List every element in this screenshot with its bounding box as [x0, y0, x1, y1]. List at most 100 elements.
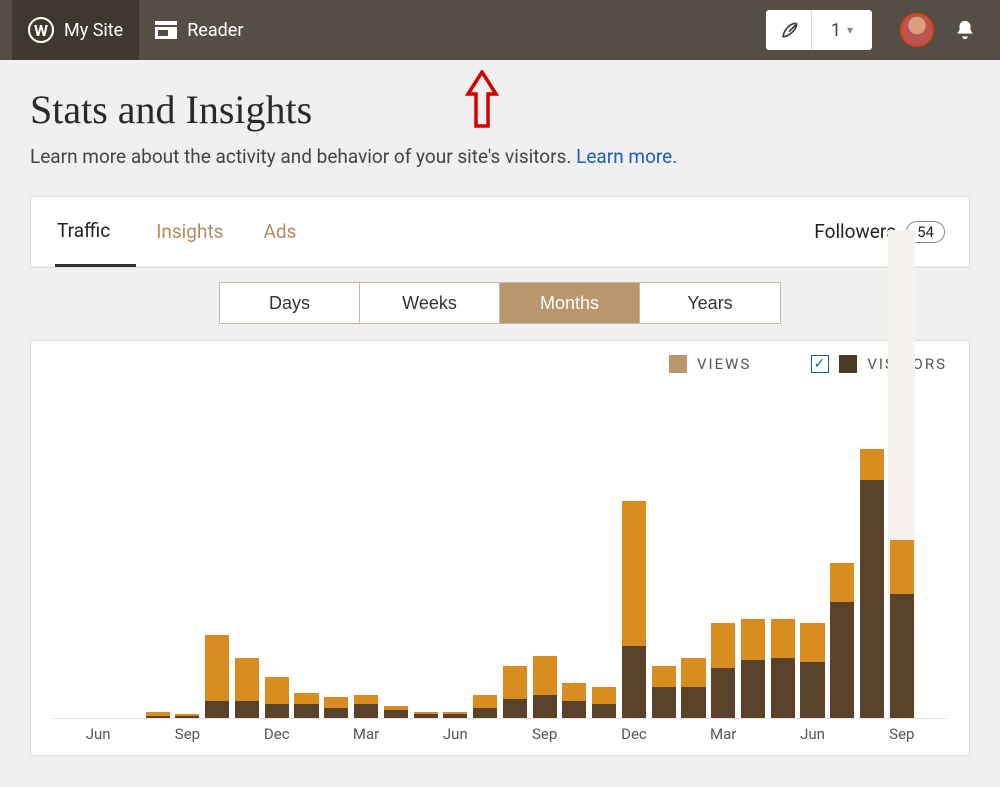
- chart-column[interactable]: [799, 623, 826, 718]
- chart-column[interactable]: [323, 697, 350, 718]
- avatar[interactable]: [900, 13, 934, 47]
- bar-visitors: [652, 687, 676, 718]
- chart-column[interactable]: [382, 706, 409, 718]
- chart-column[interactable]: [412, 712, 439, 718]
- chart-column[interactable]: [442, 712, 469, 718]
- bar-visitors: [354, 704, 378, 718]
- x-tick: Jun: [799, 725, 826, 745]
- bar-visitors: [860, 480, 884, 718]
- feather-icon: [766, 10, 812, 50]
- x-tick: [472, 725, 499, 745]
- chart-column[interactable]: [888, 540, 915, 718]
- x-tick: Mar: [353, 725, 380, 745]
- x-tick: Dec: [621, 725, 648, 745]
- x-tick: [859, 725, 886, 745]
- checkbox-checked-icon: ✓: [811, 355, 829, 373]
- chart-column[interactable]: [621, 501, 648, 718]
- period-months[interactable]: Months: [500, 283, 640, 323]
- chart-column[interactable]: [740, 619, 767, 718]
- legend-visitors[interactable]: ✓ VISITORS: [811, 355, 947, 373]
- x-tick: Dec: [263, 725, 290, 745]
- legend-views[interactable]: VIEWS: [669, 355, 751, 373]
- chart-column[interactable]: [234, 658, 261, 718]
- x-tick: [918, 725, 945, 745]
- x-tick: [769, 725, 796, 745]
- page-body: Stats and Insights Learn more about the …: [0, 60, 1000, 782]
- reader-icon: [155, 21, 177, 39]
- bar-visitors: [681, 687, 705, 718]
- period-segmented-wrap: Days Weeks Months Years: [30, 268, 970, 330]
- chart-column[interactable]: [829, 563, 856, 718]
- bar-visitors: [800, 662, 824, 718]
- period-days[interactable]: Days: [220, 283, 360, 323]
- chart-column[interactable]: [591, 687, 618, 718]
- visitors-swatch-icon: [839, 355, 857, 373]
- views-swatch-icon: [669, 355, 687, 373]
- x-tick: Jun: [442, 725, 469, 745]
- period-years[interactable]: Years: [640, 283, 780, 323]
- followers[interactable]: Followers 54: [814, 220, 945, 243]
- nav-my-site-label: My Site: [64, 20, 123, 41]
- topbar: W My Site Reader 1 ▾: [0, 0, 1000, 60]
- x-tick: Sep: [174, 725, 201, 745]
- chart-x-axis: Jun Sep Dec Mar Jun Sep Dec Mar Jun Sep: [53, 719, 947, 745]
- chart-column[interactable]: [501, 666, 528, 718]
- chart-column[interactable]: [561, 683, 588, 718]
- x-tick: Sep: [531, 725, 558, 745]
- notifications-bell-icon[interactable]: [954, 19, 976, 41]
- draft-count-value: 1: [831, 20, 841, 41]
- tab-insights[interactable]: Insights: [136, 197, 243, 267]
- bar-visitors: [830, 602, 854, 718]
- bar-visitors: [294, 704, 318, 718]
- bar-visitors: [235, 701, 259, 718]
- x-tick: [204, 725, 231, 745]
- chart-column[interactable]: [650, 666, 677, 718]
- chart-column[interactable]: [263, 677, 290, 718]
- subtitle-text: Learn more about the activity and behavi…: [30, 145, 576, 168]
- x-tick: [591, 725, 618, 745]
- tab-ads[interactable]: Ads: [243, 197, 316, 267]
- nav-my-site[interactable]: W My Site: [12, 0, 139, 60]
- chart-column[interactable]: [204, 635, 231, 718]
- bar-visitors: [265, 704, 289, 718]
- x-tick: Mar: [710, 725, 737, 745]
- chart-column[interactable]: [174, 714, 201, 718]
- bar-visitors: [146, 716, 170, 718]
- chart-column[interactable]: [769, 619, 796, 718]
- chart-column[interactable]: [531, 656, 558, 718]
- x-tick: [829, 725, 856, 745]
- chevron-down-icon: ▾: [847, 23, 853, 37]
- chart-column[interactable]: [859, 449, 886, 718]
- x-tick: [293, 725, 320, 745]
- chart-column[interactable]: [353, 695, 380, 718]
- chart-column[interactable]: [710, 623, 737, 718]
- period-weeks[interactable]: Weeks: [360, 283, 500, 323]
- legend-views-label: VIEWS: [697, 355, 751, 373]
- x-tick: [412, 725, 439, 745]
- chart-column[interactable]: [472, 695, 499, 718]
- nav-reader[interactable]: Reader: [139, 0, 259, 60]
- bar-visitors: [771, 658, 795, 718]
- bar-visitors: [473, 708, 497, 718]
- bar-visitors: [175, 716, 199, 718]
- wordpress-logo-icon: W: [28, 17, 54, 43]
- x-tick: [382, 725, 409, 745]
- tab-row: Traffic Insights Ads Followers 54: [31, 197, 969, 267]
- x-tick: [561, 725, 588, 745]
- nav-reader-label: Reader: [187, 20, 243, 41]
- bar-chart[interactable]: [53, 381, 947, 719]
- chart-column[interactable]: [144, 712, 171, 718]
- x-tick: Sep: [888, 725, 915, 745]
- tabs-card: Traffic Insights Ads Followers 54: [30, 196, 970, 268]
- chart-column[interactable]: [293, 693, 320, 718]
- x-tick: [740, 725, 767, 745]
- bar-visitors: [533, 695, 557, 718]
- topbar-left: W My Site Reader: [12, 0, 259, 60]
- learn-more-link[interactable]: Learn more.: [576, 145, 677, 168]
- tab-traffic[interactable]: Traffic: [55, 197, 136, 267]
- bar-visitors: [592, 704, 616, 718]
- write-post-dropdown[interactable]: 1 ▾: [766, 10, 872, 50]
- page-title: Stats and Insights: [30, 86, 970, 133]
- x-tick: Jun: [85, 725, 112, 745]
- chart-column[interactable]: [680, 658, 707, 718]
